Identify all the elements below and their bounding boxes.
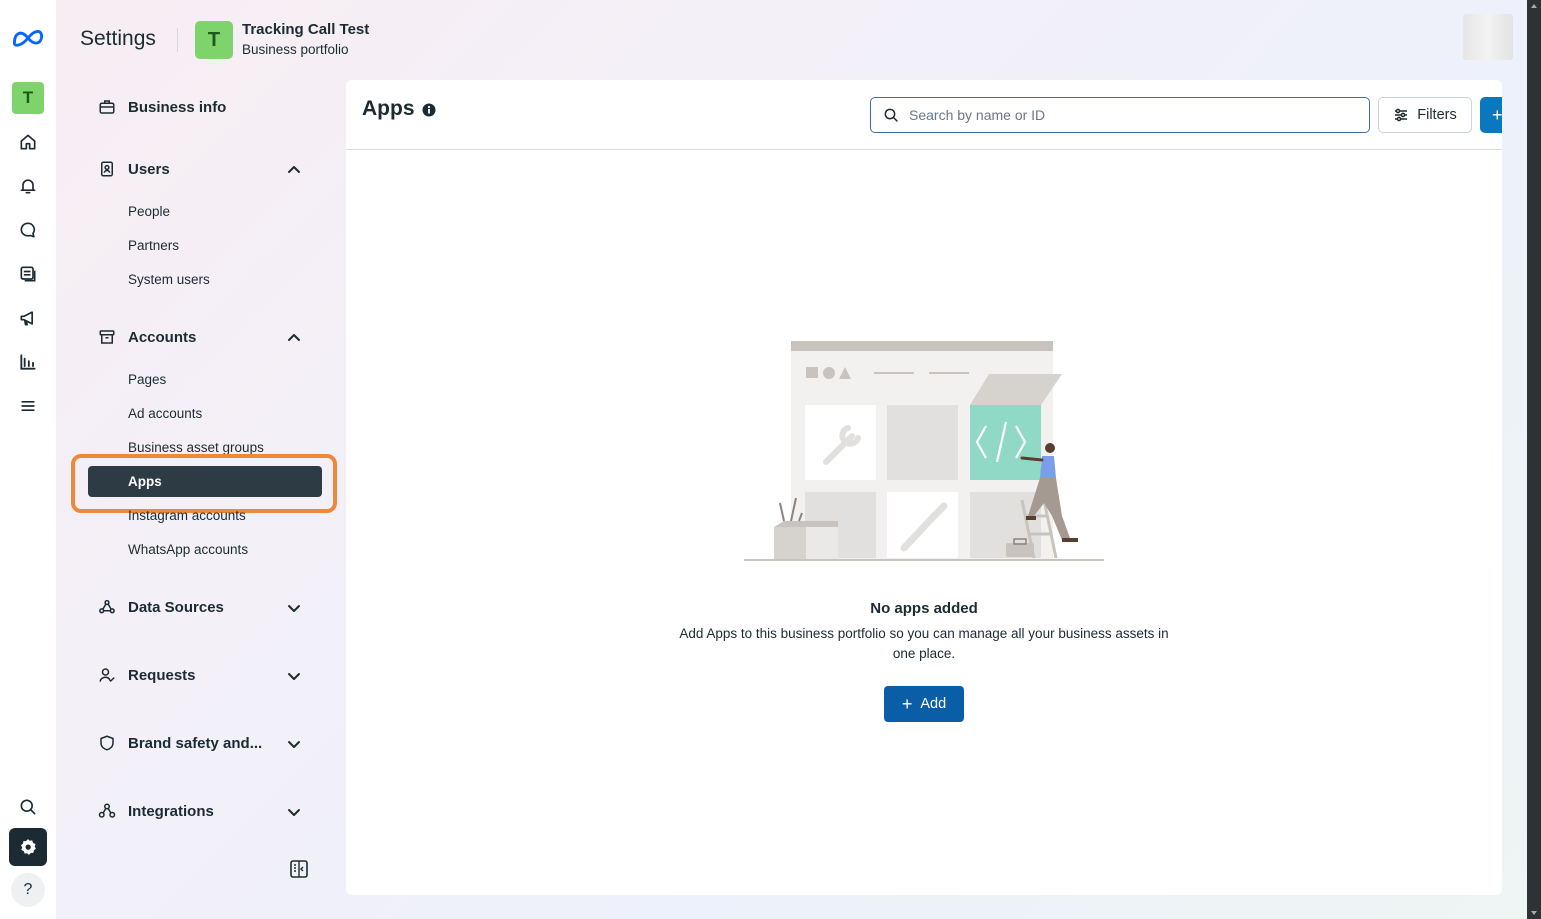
portfolio-type: Business portfolio [242, 42, 349, 57]
nav-requests[interactable]: Requests [98, 666, 196, 684]
panel-header: Apps Filters + [346, 80, 1502, 150]
help-glyph: ? [23, 881, 33, 898]
nav-item-system-users[interactable]: System users [128, 272, 210, 287]
nav-users[interactable]: Users [98, 160, 170, 178]
nav-brand-safety[interactable]: Brand safety and... [98, 734, 262, 752]
nav-item-business-asset-groups[interactable]: Business asset groups [128, 440, 264, 455]
nav-item-instagram-accounts[interactable]: Instagram accounts [128, 508, 246, 523]
profile-avatar[interactable] [1463, 14, 1513, 60]
meta-logo-icon[interactable] [10, 20, 46, 56]
search-icon [884, 108, 898, 122]
search-field[interactable] [870, 97, 1370, 133]
user-check-icon [99, 668, 115, 683]
plus-glyph: + [1492, 104, 1502, 125]
chat-icon[interactable] [10, 212, 46, 248]
add-button[interactable]: + Add [884, 686, 964, 722]
bell-icon[interactable] [10, 168, 46, 204]
filters-label: Filters [1417, 107, 1457, 123]
chevron-down-icon[interactable] [286, 668, 302, 684]
plus-icon: + [901, 693, 913, 714]
chevron-up-icon[interactable] [286, 330, 302, 346]
data-sources-icon [99, 599, 115, 614]
nav-requests-label: Requests [128, 666, 196, 684]
nav-users-label: Users [128, 160, 170, 178]
chevron-down-icon[interactable] [286, 600, 302, 616]
gear-icon[interactable] [9, 828, 47, 866]
chevron-up-icon[interactable] [286, 162, 302, 178]
portfolio-avatar[interactable]: T [195, 21, 233, 59]
nav-integrations-label: Integrations [128, 802, 214, 820]
nav-data-sources[interactable]: Data Sources [98, 598, 224, 616]
nav-data-sources-label: Data Sources [128, 598, 224, 616]
nav-business-info[interactable]: Business info [98, 98, 226, 116]
header-divider [177, 28, 178, 52]
home-icon[interactable] [10, 124, 46, 160]
main-panel: Apps Filters + [346, 80, 1502, 895]
nav-business-info-label: Business info [128, 98, 227, 116]
page-title: Settings [80, 27, 156, 50]
archive-icon [99, 330, 115, 344]
search-input[interactable] [909, 107, 1349, 123]
nav-item-partners[interactable]: Partners [128, 238, 179, 253]
id-badge-icon [101, 161, 113, 177]
add-app-button-top[interactable]: + [1480, 97, 1502, 133]
help-icon[interactable]: ? [11, 873, 45, 907]
portfolio-initial: T [207, 28, 221, 51]
chevron-down-icon[interactable] [286, 804, 302, 820]
nav-accounts[interactable]: Accounts [98, 328, 196, 346]
highlight-ring [71, 454, 337, 513]
add-button-label: Add [920, 696, 947, 712]
shield-icon [100, 735, 114, 751]
empty-state-title: No apps added [870, 600, 978, 617]
panel-title: Apps [362, 97, 415, 120]
nav-item-whatsapp-accounts[interactable]: WhatsApp accounts [128, 542, 248, 557]
filters-button[interactable]: Filters [1378, 97, 1472, 133]
nav-item-people[interactable]: People [128, 204, 170, 219]
left-rail: T ? [0, 0, 56, 919]
portfolio-avatar-rail[interactable]: T [12, 82, 44, 114]
nav-item-ad-accounts[interactable]: Ad accounts [128, 406, 202, 421]
nav-accounts-label: Accounts [128, 328, 197, 346]
nav-item-pages[interactable]: Pages [128, 372, 166, 387]
portfolio-name[interactable]: Tracking Call Test [242, 21, 369, 38]
empty-state-description: Add Apps to this business portfolio so y… [679, 626, 1169, 661]
briefcase-icon [99, 100, 115, 114]
megaphone-icon[interactable] [10, 300, 46, 336]
avatar-initial: T [22, 88, 34, 107]
scroll-down-icon[interactable] [1531, 911, 1537, 915]
integrations-icon [98, 803, 116, 818]
nav-brand-safety-label: Brand safety and... [128, 734, 263, 752]
scroll-up-icon[interactable] [1531, 4, 1537, 8]
nav-integrations[interactable]: Integrations [98, 802, 214, 820]
info-icon[interactable] [422, 103, 436, 117]
window-scrollbar[interactable] [1527, 0, 1541, 919]
menu-icon[interactable] [10, 388, 46, 424]
search-icon[interactable] [10, 789, 46, 825]
pages-icon[interactable] [10, 256, 46, 292]
empty-state-illustration [744, 341, 1104, 561]
sliders-icon [1395, 108, 1408, 122]
collapse-sidebar-icon[interactable] [289, 859, 309, 879]
chevron-down-icon[interactable] [286, 736, 302, 752]
insights-icon[interactable] [10, 344, 46, 380]
